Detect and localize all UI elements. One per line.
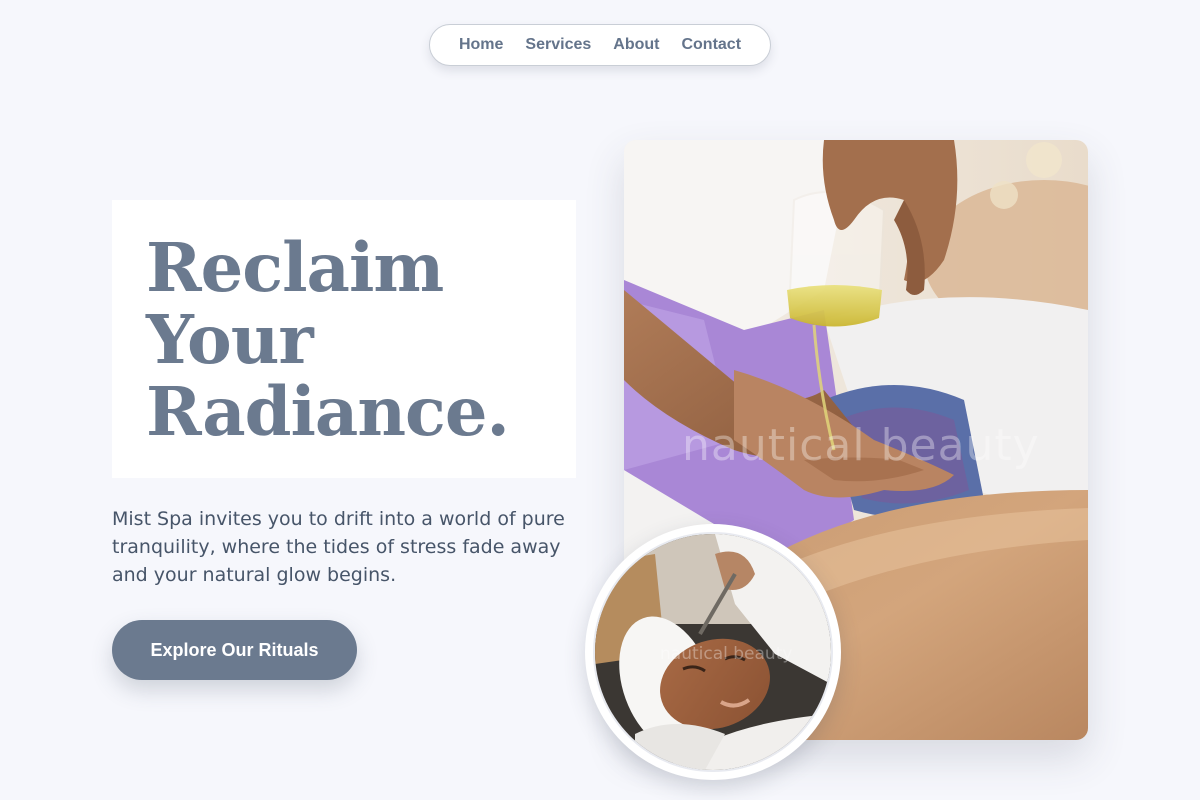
facial-photo-watermark: nautical beauty — [660, 644, 793, 664]
headline-line-3: Radiance. — [146, 372, 510, 451]
nav-item-contact[interactable]: Contact — [670, 36, 752, 54]
explore-rituals-button[interactable]: Explore Our Rituals — [112, 620, 357, 680]
main-photo-watermark: nautical beauty — [682, 420, 1040, 471]
headline-line-2: Your — [146, 300, 314, 379]
headline-line-1: Reclaim — [146, 228, 444, 307]
main-nav: Home Services About Contact — [429, 24, 771, 66]
hero-intro: Mist Spa invites you to drift into a wor… — [112, 508, 565, 586]
nav-item-services[interactable]: Services — [514, 36, 602, 54]
nav-item-about[interactable]: About — [602, 36, 670, 54]
headline-card: Reclaim Your Radiance. — [112, 200, 576, 478]
nav-item-home[interactable]: Home — [448, 36, 514, 54]
hero-headline: Reclaim Your Radiance. — [146, 232, 576, 448]
